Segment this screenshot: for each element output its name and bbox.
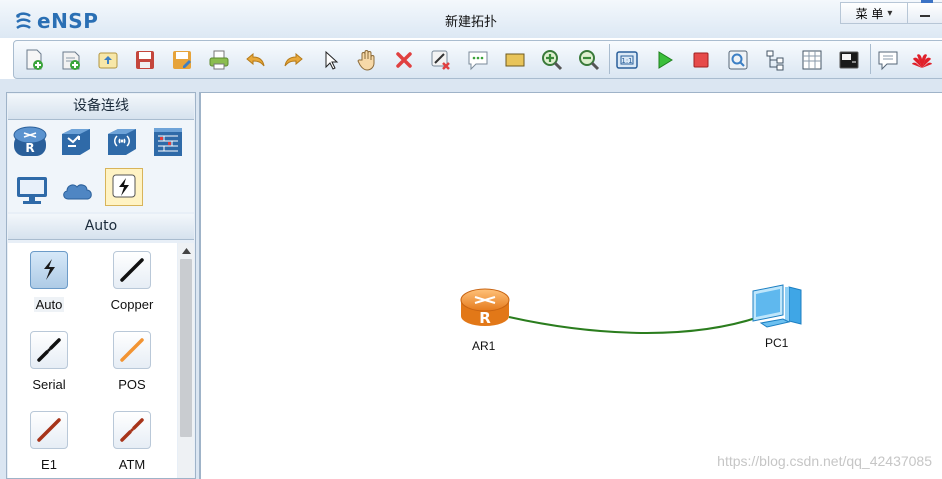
message-icon[interactable] (876, 48, 900, 72)
device-category-grid: R (8, 120, 194, 212)
e1-cable-icon (30, 411, 68, 449)
grid-icon[interactable] (800, 48, 824, 72)
cable-e1[interactable]: E1 (14, 411, 84, 478)
save-icon[interactable] (133, 48, 157, 72)
minimize-button[interactable] (907, 2, 942, 24)
menu-label: 菜 单 (855, 6, 884, 21)
wireless-icon[interactable] (104, 124, 140, 160)
menu-button[interactable]: 菜 单 ▾ (840, 2, 908, 24)
cable-atm[interactable]: ATM (97, 411, 167, 478)
delete-icon[interactable] (392, 48, 416, 72)
start-device-icon[interactable] (652, 48, 676, 72)
watermark: https://blog.csdn.net/qq_42437085 (717, 453, 932, 469)
cable-pos[interactable]: POS (97, 331, 167, 407)
router-node-ar1[interactable]: R (458, 286, 512, 332)
select-pointer-icon[interactable] (318, 48, 342, 72)
svg-text:1:1: 1:1 (621, 57, 632, 65)
node-label-pc1: PC1 (765, 336, 789, 350)
window-edge (921, 0, 933, 3)
pc-terminal-icon[interactable] (14, 171, 50, 207)
cable-list: Auto Copper Serial POS E1 ATM (8, 243, 177, 478)
shape-icon[interactable] (503, 48, 527, 72)
scroll-thumb[interactable] (180, 259, 192, 437)
scroll-up-arrow-icon[interactable] (178, 243, 194, 259)
capture-icon[interactable] (726, 48, 750, 72)
zoom-out-icon[interactable] (577, 48, 601, 72)
router-icon: R (460, 288, 510, 327)
topology-links (508, 316, 760, 334)
topology-tree-icon[interactable] (763, 48, 787, 72)
atm-cable-icon (113, 411, 151, 449)
delete-link-icon[interactable] (429, 48, 453, 72)
node-label-ar1: AR1 (472, 339, 496, 353)
hand-pan-icon[interactable] (355, 48, 379, 72)
cable-label: E1 (41, 457, 57, 472)
switch-icon[interactable] (58, 124, 94, 160)
topology-canvas[interactable]: R AR1 PC1 https://blog.csdn.net/qq_42437… (199, 92, 942, 479)
print-icon[interactable] (207, 48, 231, 72)
pc-icon (752, 284, 802, 328)
cable-label: ATM (118, 457, 146, 472)
text-annotation-icon[interactable] (466, 48, 490, 72)
serial-cable-icon (30, 331, 68, 369)
device-category-header[interactable]: 设备连线 (8, 94, 194, 120)
minimize-icon (920, 15, 930, 17)
pc-node-pc1[interactable] (749, 281, 807, 331)
pos-cable-icon (113, 331, 151, 369)
redo-icon[interactable] (281, 48, 305, 72)
cable-serial[interactable]: Serial (14, 331, 84, 407)
toolbar-separator (870, 44, 871, 74)
cable-label: POS (118, 377, 146, 392)
router-icon[interactable]: R (12, 124, 48, 160)
console-icon[interactable] (837, 48, 861, 72)
new-template-icon[interactable] (59, 48, 83, 72)
huawei-logo-icon[interactable] (910, 48, 934, 72)
toolbar: 1:1 (13, 40, 942, 79)
window-title: 新建拓扑 (444, 15, 497, 30)
cloud-icon[interactable] (60, 171, 96, 207)
cable-label: Auto (33, 297, 65, 312)
stop-device-icon[interactable] (689, 48, 713, 72)
open-icon[interactable] (96, 48, 120, 72)
connection-icon[interactable] (105, 168, 143, 206)
cable-category-header[interactable]: Auto (8, 214, 194, 240)
device-panel: 设备连线 R Auto Auto Copper Serial POS E1 AT… (6, 92, 196, 479)
toolbar-separator (609, 44, 610, 74)
cable-copper[interactable]: Copper (97, 251, 167, 327)
chevron-down-icon: ▾ (887, 7, 893, 19)
zoom-in-icon[interactable] (540, 48, 564, 72)
cable-list-scrollbar[interactable] (178, 243, 194, 478)
undo-icon[interactable] (244, 48, 268, 72)
cable-label: Serial (32, 377, 66, 392)
copper-cable-icon (113, 251, 151, 289)
cable-auto[interactable]: Auto (14, 251, 84, 327)
firewall-icon[interactable] (150, 124, 186, 160)
ar1-pc1-link (508, 316, 760, 334)
svg-text:R: R (479, 309, 491, 327)
fit-view-icon[interactable]: 1:1 (615, 48, 639, 72)
title-bar: eNSP 新建拓扑 菜 单 ▾ (0, 0, 942, 38)
new-topology-icon[interactable] (22, 48, 46, 72)
svg-text:R: R (25, 141, 34, 155)
auto-cable-icon (30, 251, 68, 289)
cable-label: Copper (110, 297, 154, 312)
save-as-icon[interactable] (170, 48, 194, 72)
